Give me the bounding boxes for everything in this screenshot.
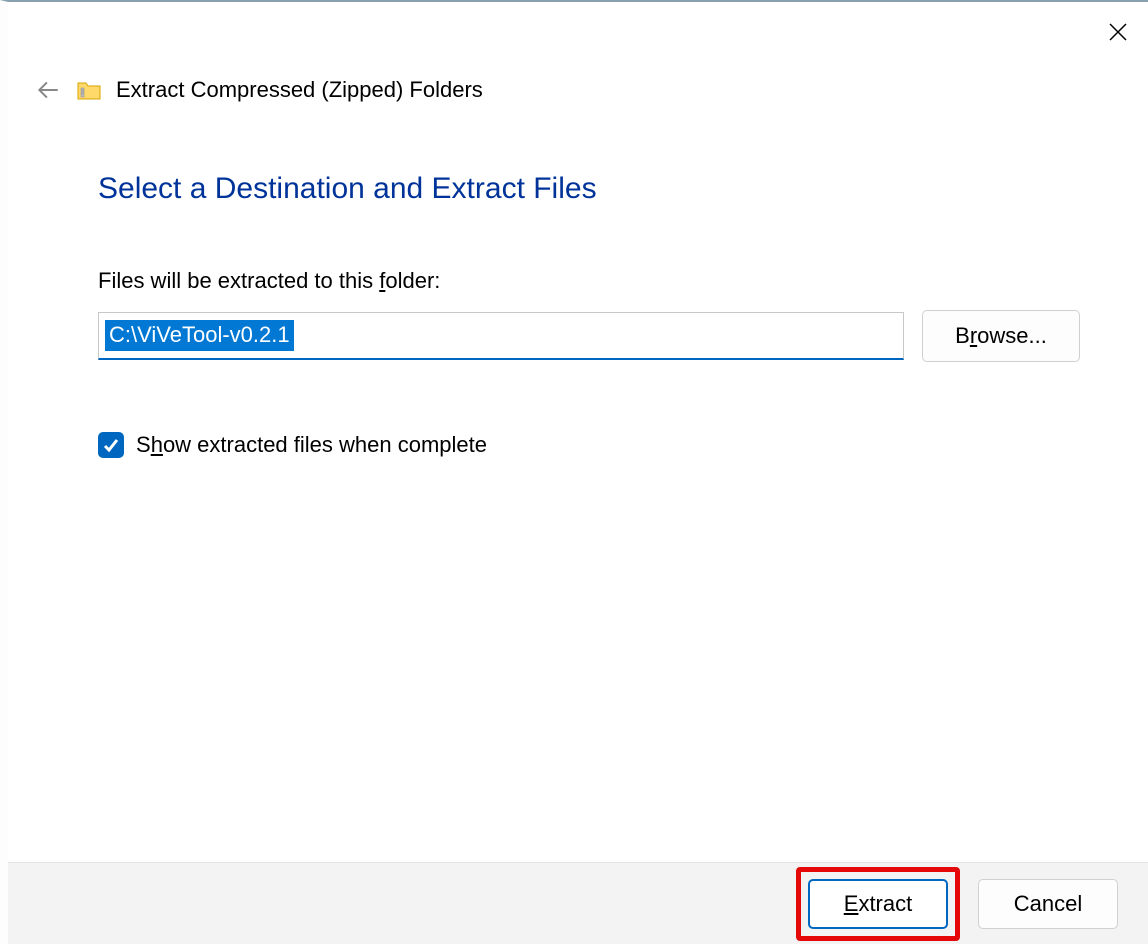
cb-pre: S [136, 432, 151, 457]
dialog-header: Extract Compressed (Zipped) Folders [34, 76, 483, 104]
browse-button[interactable]: Browse... [922, 310, 1080, 362]
arrow-left-icon [35, 77, 61, 103]
extract-button[interactable]: Extract [808, 879, 948, 929]
dialog-footer: Extract Cancel [8, 862, 1148, 944]
cb-post: ow extracted files when complete [163, 432, 487, 457]
cb-accel: h [151, 432, 163, 457]
dialog-content: Select a Destination and Extract Files F… [98, 172, 1080, 458]
label-text-pre: Files will be extracted to this [98, 268, 379, 293]
content-heading: Select a Destination and Extract Files [98, 172, 1080, 206]
checkmark-icon [102, 436, 120, 454]
show-files-checkbox[interactable] [98, 432, 124, 458]
dialog-title: Extract Compressed (Zipped) Folders [116, 77, 483, 103]
browse-post: owse... [977, 323, 1047, 348]
extract-accel: E [844, 891, 859, 916]
close-icon [1108, 22, 1128, 42]
extract-post: xtract [858, 891, 912, 916]
close-button[interactable] [1098, 12, 1138, 52]
extract-dialog: Extract Compressed (Zipped) Folders Sele… [0, 0, 1148, 944]
show-files-label: Show extracted files when complete [136, 432, 487, 458]
browse-pre: B [955, 323, 970, 348]
cancel-button[interactable]: Cancel [978, 879, 1118, 929]
label-text-post: older: [385, 268, 440, 293]
destination-path-value: C:\ViVeTool-v0.2.1 [105, 320, 294, 351]
destination-row: C:\ViVeTool-v0.2.1 Browse... [98, 310, 1080, 362]
back-button[interactable] [34, 76, 62, 104]
destination-input[interactable]: C:\ViVeTool-v0.2.1 [98, 312, 904, 360]
highlight-annotation: Extract [796, 867, 960, 941]
show-files-row: Show extracted files when complete [98, 432, 1080, 458]
zip-folder-icon [76, 77, 102, 103]
destination-label: Files will be extracted to this folder: [98, 268, 1080, 294]
